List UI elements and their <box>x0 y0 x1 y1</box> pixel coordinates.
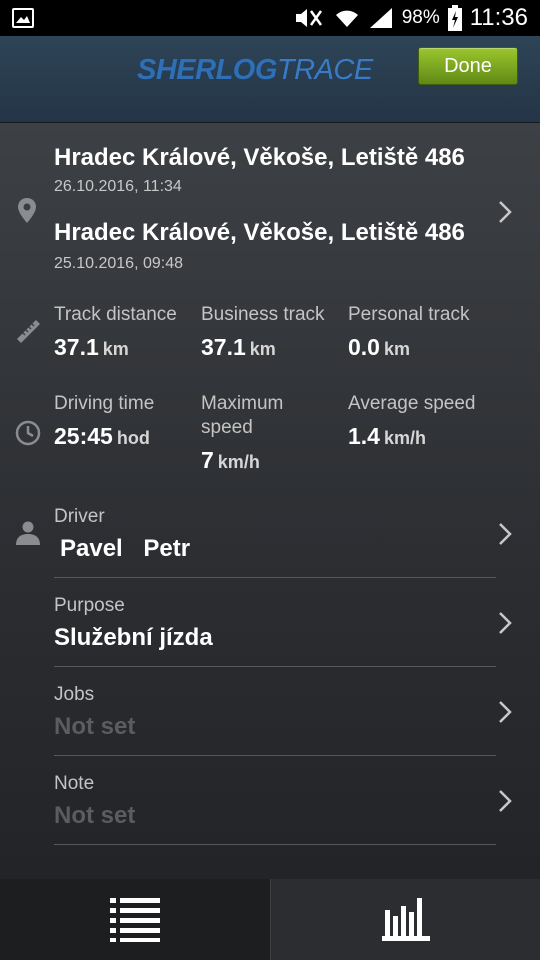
driver-name: Pavel Petr <box>60 535 190 563</box>
person-icon <box>16 521 40 545</box>
start-address: Hradec Králové, Věkoše, Letiště 486 <box>54 144 465 171</box>
max-speed-number: 7 <box>201 447 214 473</box>
mute-icon <box>295 9 322 27</box>
ruler-icon <box>17 320 40 343</box>
divider <box>54 577 496 578</box>
purpose-label: Purpose <box>54 595 125 616</box>
signal-icon <box>369 8 392 28</box>
track-distance-number: 37.1 <box>54 334 99 360</box>
chevron-right-icon <box>499 790 512 812</box>
logo-light-text: TRACE <box>276 54 373 86</box>
jobs-value: Not set <box>54 713 136 740</box>
average-speed-value: 1.4 km/h <box>348 423 426 450</box>
personal-track-value: 0.0 km <box>348 334 410 361</box>
jobs-label: Jobs <box>54 684 95 705</box>
chevron-right-icon <box>499 612 512 634</box>
track-distance-value: 37.1 km <box>54 334 129 361</box>
battery-percent: 98% <box>401 7 440 28</box>
wifi-icon <box>335 10 358 27</box>
map-pin-icon <box>18 198 36 223</box>
start-datetime: 26.10.2016, 11:34 <box>54 178 182 195</box>
app-logo: SHERLOGTRACE <box>137 54 373 87</box>
personal-track-number: 0.0 <box>348 334 380 360</box>
app-header: SHERLOGTRACE Done <box>0 36 540 123</box>
image-icon <box>12 8 34 28</box>
clock-icon <box>15 420 41 446</box>
business-track-label: Business track <box>201 304 325 325</box>
trip-detail: Hradec Králové, Věkoše, Letiště 486 26.1… <box>0 123 540 879</box>
track-distance-unit: km <box>102 339 129 359</box>
max-speed-label: Maximum speed <box>201 392 283 440</box>
note-label: Note <box>54 773 95 794</box>
business-track-number: 37.1 <box>201 334 246 360</box>
tab-list[interactable] <box>0 879 270 960</box>
driving-time-value: 25:45 hod <box>54 423 150 450</box>
driver-first-name: Pavel <box>60 535 123 562</box>
note-value: Not set <box>54 802 136 829</box>
tab-statistics[interactable] <box>271 879 540 960</box>
personal-track-unit: km <box>383 339 410 359</box>
average-speed-unit: km/h <box>383 428 426 448</box>
max-speed-label-line1: Maximum <box>201 393 284 414</box>
max-speed-label-line2: speed <box>201 417 253 438</box>
chevron-right-icon <box>499 523 512 545</box>
purpose-value: Služební jízda <box>54 624 213 651</box>
driver-last-name: Petr <box>143 535 191 562</box>
driving-time-label: Driving time <box>54 393 155 414</box>
driving-time-number: 25:45 <box>54 423 113 449</box>
personal-track-label: Personal track <box>348 304 470 325</box>
status-bar: 98% 11:36 <box>0 0 540 36</box>
logo-bold-text: SHERLOG <box>137 54 277 86</box>
divider <box>54 755 496 756</box>
business-track-unit: km <box>249 339 276 359</box>
track-distance-label: Track distance <box>54 304 177 325</box>
bar-chart-icon <box>382 898 430 941</box>
bottom-tab-bar <box>0 879 540 960</box>
done-button[interactable]: Done <box>418 47 518 85</box>
end-datetime: 25.10.2016, 09:48 <box>54 255 184 272</box>
list-icon <box>110 898 160 942</box>
end-address: Hradec Králové, Věkoše, Letiště 486 <box>54 219 465 246</box>
max-speed-value: 7 km/h <box>201 447 260 474</box>
max-speed-unit: km/h <box>217 452 260 472</box>
chevron-right-icon <box>499 701 512 723</box>
divider <box>54 666 496 667</box>
clock-time: 11:36 <box>469 4 528 31</box>
chevron-right-icon <box>499 201 512 223</box>
driving-time-unit: hod <box>116 428 150 448</box>
average-speed-label: Average speed <box>348 393 476 414</box>
divider <box>54 844 496 845</box>
driver-label: Driver <box>54 506 105 527</box>
battery-charging-icon <box>447 5 462 31</box>
business-track-value: 37.1 km <box>201 334 276 361</box>
average-speed-number: 1.4 <box>348 423 380 449</box>
